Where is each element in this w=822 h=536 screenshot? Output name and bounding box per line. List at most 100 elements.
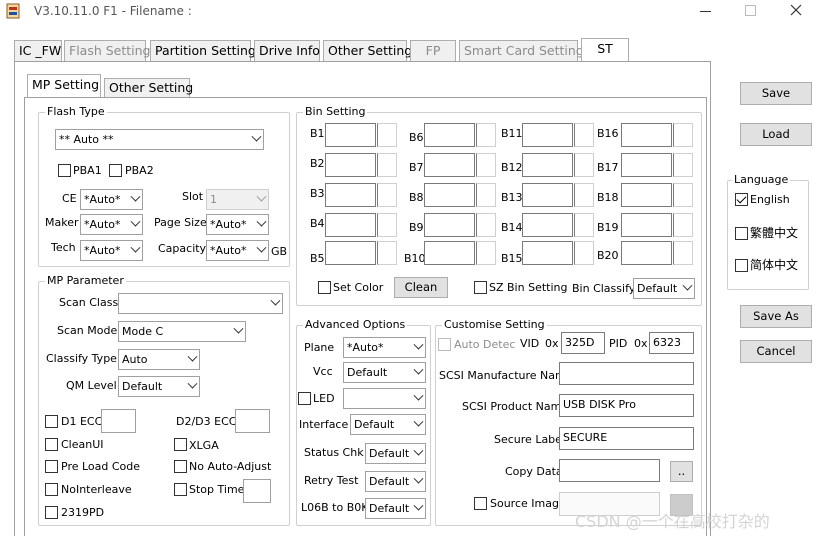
close-icon[interactable] bbox=[789, 3, 803, 17]
bin-color-swatch[interactable] bbox=[574, 241, 594, 265]
english-checkbox[interactable] bbox=[735, 193, 748, 206]
led-select[interactable] bbox=[343, 388, 426, 409]
save-button[interactable]: Save bbox=[740, 82, 812, 105]
save-as-button[interactable]: Save As bbox=[740, 305, 812, 328]
bin-value-input[interactable] bbox=[621, 123, 672, 147]
d1-ecc-checkbox[interactable] bbox=[45, 415, 58, 428]
bin-value-input[interactable] bbox=[424, 123, 475, 147]
bin-color-swatch[interactable] bbox=[673, 123, 693, 147]
bin-value-input[interactable] bbox=[424, 183, 475, 207]
tab-partition-setting[interactable]: Partition Setting bbox=[150, 40, 256, 62]
bin-color-swatch[interactable] bbox=[476, 183, 496, 207]
bin-value-input[interactable] bbox=[522, 123, 573, 147]
ce-select[interactable]: *Auto* bbox=[80, 189, 143, 210]
bin-color-swatch[interactable] bbox=[673, 213, 693, 237]
bin-color-swatch[interactable] bbox=[476, 123, 496, 147]
bin-color-swatch[interactable] bbox=[476, 153, 496, 177]
bin-color-swatch[interactable] bbox=[673, 153, 693, 177]
bin-value-input[interactable] bbox=[325, 241, 376, 265]
capacity-select[interactable]: *Auto* bbox=[206, 240, 269, 261]
maximize-icon[interactable] bbox=[745, 5, 756, 16]
bin-value-input[interactable] bbox=[325, 213, 376, 237]
cancel-button[interactable]: Cancel bbox=[740, 340, 812, 363]
pd2319-checkbox[interactable] bbox=[45, 506, 58, 519]
pid-input[interactable]: 6323 bbox=[649, 332, 694, 354]
bin-color-swatch[interactable] bbox=[476, 213, 496, 237]
bin-color-swatch[interactable] bbox=[476, 241, 496, 265]
clean-button[interactable]: Clean bbox=[394, 277, 448, 298]
bin-color-swatch[interactable] bbox=[574, 153, 594, 177]
sz-bin-setting-checkbox[interactable] bbox=[474, 281, 487, 294]
plane-select[interactable]: *Auto* bbox=[343, 337, 426, 358]
bin-value-input[interactable] bbox=[621, 153, 672, 177]
copy-data-browse-button[interactable]: .. bbox=[670, 461, 693, 482]
qm-level-select[interactable]: Default bbox=[118, 376, 200, 397]
bin-value-input[interactable] bbox=[325, 153, 376, 177]
led-checkbox[interactable] bbox=[298, 392, 311, 405]
bin-value-input[interactable] bbox=[424, 213, 475, 237]
bin-value-input[interactable] bbox=[522, 241, 573, 265]
bin-color-swatch[interactable] bbox=[673, 183, 693, 207]
page-size-select[interactable]: *Auto* bbox=[206, 214, 269, 235]
preload-code-checkbox[interactable] bbox=[45, 460, 58, 473]
trad-chinese-checkbox[interactable] bbox=[735, 227, 748, 240]
xlga-checkbox[interactable] bbox=[174, 438, 187, 451]
tab-other-setting[interactable]: Other Setting bbox=[323, 40, 412, 62]
tech-select[interactable]: *Auto* bbox=[80, 240, 143, 261]
stop-time-input[interactable] bbox=[243, 479, 271, 503]
bin-color-swatch[interactable] bbox=[574, 183, 594, 207]
status-chk-select[interactable]: Default bbox=[365, 443, 426, 464]
bin-value-input[interactable] bbox=[621, 241, 672, 265]
tab-st[interactable]: ST bbox=[581, 38, 629, 62]
cleanui-checkbox[interactable] bbox=[45, 438, 58, 451]
bin-value-input[interactable] bbox=[522, 183, 573, 207]
tab-drive-info[interactable]: Drive Info bbox=[254, 40, 320, 62]
scsi-manufacture-input[interactable] bbox=[559, 362, 694, 385]
flash-type-select[interactable]: ** Auto ** bbox=[55, 129, 264, 150]
bin-color-swatch[interactable] bbox=[574, 213, 594, 237]
bin-value-input[interactable] bbox=[621, 213, 672, 237]
bin-value-input[interactable] bbox=[522, 153, 573, 177]
maker-select[interactable]: *Auto* bbox=[80, 214, 143, 235]
pba1-checkbox[interactable] bbox=[58, 164, 71, 177]
l06b-select[interactable]: Default bbox=[365, 498, 426, 519]
scan-mode-select[interactable]: Mode C bbox=[118, 321, 246, 342]
bin-value-input[interactable] bbox=[424, 241, 475, 265]
bin-value-input[interactable] bbox=[522, 213, 573, 237]
bin-color-swatch[interactable] bbox=[377, 241, 397, 265]
simp-chinese-checkbox[interactable] bbox=[735, 259, 748, 272]
no-auto-adjust-checkbox[interactable] bbox=[174, 460, 187, 473]
bin-color-swatch[interactable] bbox=[377, 183, 397, 207]
load-button[interactable]: Load bbox=[740, 123, 812, 146]
bin-classify-select[interactable]: Default bbox=[633, 278, 695, 299]
bin-value-input[interactable] bbox=[424, 153, 475, 177]
bin-value-input[interactable] bbox=[621, 183, 672, 207]
set-color-checkbox[interactable] bbox=[318, 281, 331, 294]
minimize-icon[interactable] bbox=[700, 11, 711, 12]
stop-time-checkbox[interactable] bbox=[174, 483, 187, 496]
nointerleave-checkbox[interactable] bbox=[45, 483, 58, 496]
subtab-mp-setting[interactable]: MP Setting bbox=[27, 74, 101, 98]
bin-color-swatch[interactable] bbox=[377, 213, 397, 237]
pba2-checkbox[interactable] bbox=[109, 164, 122, 177]
subtab-other-setting[interactable]: Other Setting bbox=[104, 78, 193, 98]
tab-ic-fw[interactable]: IC _FW bbox=[14, 40, 62, 62]
bin-color-swatch[interactable] bbox=[673, 241, 693, 265]
secure-label-input[interactable]: SECURE bbox=[559, 427, 694, 450]
bin-color-swatch[interactable] bbox=[574, 123, 594, 147]
bin-color-swatch[interactable] bbox=[377, 153, 397, 177]
bin-color-swatch[interactable] bbox=[377, 123, 397, 147]
interface-select[interactable]: Default bbox=[350, 414, 426, 435]
classify-type-select[interactable]: Auto bbox=[118, 349, 200, 370]
source-image-checkbox[interactable] bbox=[474, 497, 487, 510]
d2d3-ecc-input[interactable] bbox=[235, 409, 270, 433]
vcc-select[interactable]: Default bbox=[343, 362, 426, 383]
bin-value-input[interactable] bbox=[325, 183, 376, 207]
retry-test-select[interactable]: Default bbox=[365, 471, 426, 492]
d1-ecc-input[interactable] bbox=[101, 409, 136, 433]
scan-class-select[interactable] bbox=[118, 293, 283, 314]
vid-input[interactable]: 325D bbox=[561, 332, 605, 354]
bin-value-input[interactable] bbox=[325, 123, 376, 147]
copy-data-input[interactable] bbox=[559, 459, 660, 482]
scsi-product-input[interactable]: USB DISK Pro bbox=[559, 394, 694, 417]
